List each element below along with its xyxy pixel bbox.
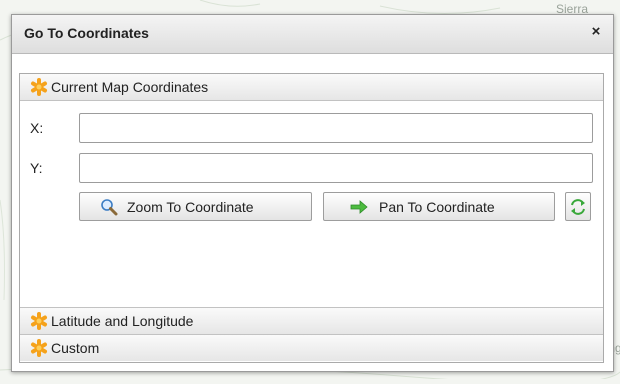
pan-button-label: Pan To Coordinate (379, 199, 495, 215)
swap-coordinates-button[interactable] (565, 192, 591, 221)
asterisk-icon (31, 78, 47, 96)
magnifier-icon (101, 199, 118, 216)
asterisk-icon (31, 339, 47, 357)
x-label: X: (30, 120, 44, 136)
coordinates-accordion: Current Map Coordinates X: Y: Zoom To Co… (19, 73, 604, 363)
section-header-custom[interactable]: Custom (20, 335, 603, 361)
zoom-button-label: Zoom To Coordinate (127, 199, 254, 215)
y-coordinate-input[interactable] (79, 153, 593, 183)
pan-to-coordinate-button[interactable]: Pan To Coordinate (323, 192, 555, 221)
swap-arrows-icon (571, 199, 585, 215)
section-header-latitude-longitude[interactable]: Latitude and Longitude (20, 307, 603, 335)
section-label: Current Map Coordinates (51, 79, 209, 95)
y-label: Y: (30, 160, 43, 176)
go-to-coordinates-dialog: Go To Coordinates × Current Map Coordina… (11, 14, 614, 372)
close-icon[interactable]: × (587, 23, 605, 41)
arrow-right-icon (350, 200, 368, 214)
dialog-titlebar[interactable]: Go To Coordinates × (12, 15, 613, 54)
section-header-current-map-coordinates[interactable]: Current Map Coordinates (20, 74, 603, 101)
section-label: Latitude and Longitude (51, 313, 194, 329)
section-label: Custom (51, 340, 100, 356)
asterisk-icon (31, 312, 47, 330)
dialog-title: Go To Coordinates (24, 25, 149, 41)
zoom-to-coordinate-button[interactable]: Zoom To Coordinate (79, 192, 312, 221)
x-coordinate-input[interactable] (79, 113, 593, 143)
